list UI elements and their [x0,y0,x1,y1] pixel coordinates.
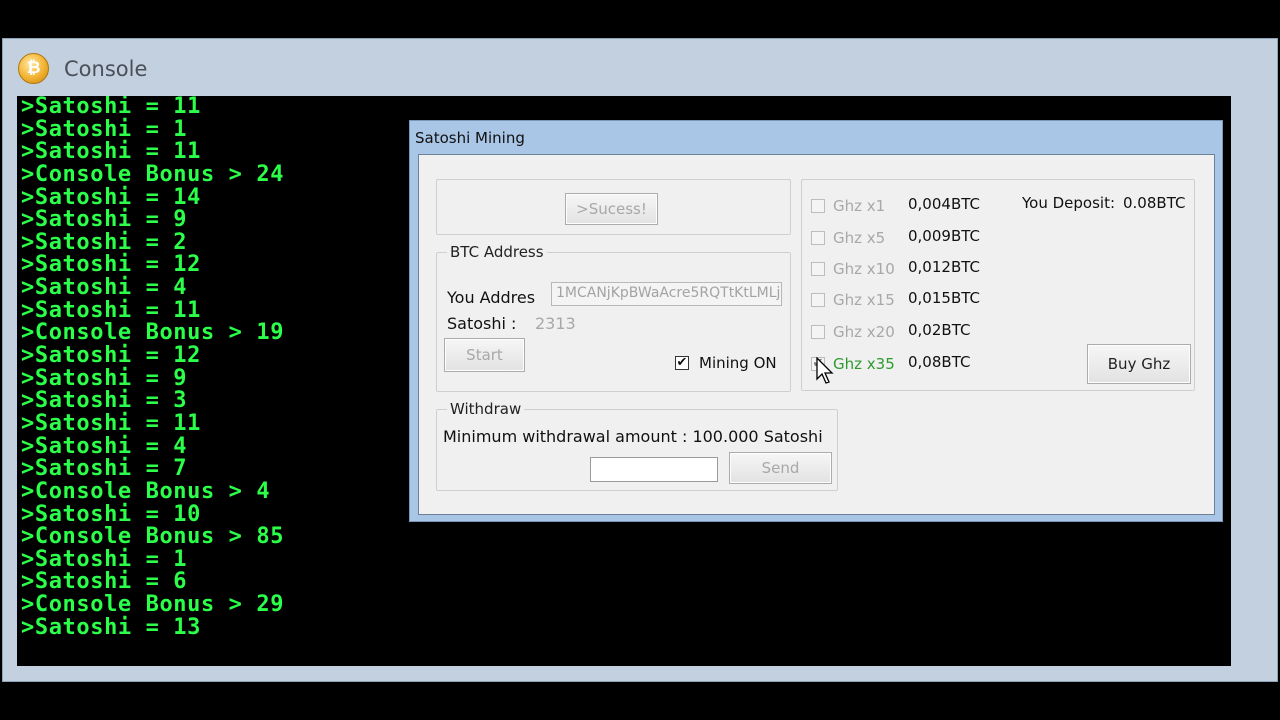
buy-ghz-button[interactable]: Buy Ghz [1087,344,1191,384]
satoshi-label: Satoshi : [447,314,517,333]
withdraw-group: Withdraw Minimum withdrawal amount : 100… [436,400,838,491]
start-button[interactable]: Start [444,338,525,372]
ghz-option-price: 0,012BTC [908,258,980,276]
ghz-group: Ghz x1 0,004BTC Ghz x5 0,009BTC Ghz x10 0,012… [801,179,1195,391]
console-line: >Satoshi = 11 [21,139,201,165]
dialog-title: Satoshi Mining [415,129,525,147]
console-line: >Satoshi = 13 [21,614,201,640]
ghz-option-label: Ghz x15 [833,291,895,309]
console-line: >Satoshi = 3 [21,388,188,414]
console-line: >Satoshi = 11 [21,96,201,119]
console-line: >Satoshi = 10 [21,501,201,527]
ghz-option-label: Ghz x35 [833,355,895,373]
console-line: >Satoshi = 11 [21,297,201,323]
btc-address-group: BTC Address You Addres 1MCANjKpBWaAcre5R… [436,243,791,392]
console-line: >Console Bonus > 19 [21,320,285,346]
console-line: >Satoshi = 9 [21,365,188,391]
ghz-checkbox[interactable] [811,262,825,276]
ghz-option-label: Ghz x1 [833,197,886,215]
btc-address-legend: BTC Address [447,243,547,261]
ghz-option-price: 0,02BTC [908,321,971,339]
send-button[interactable]: Send [729,452,832,484]
console-line: >Satoshi = 11 [21,410,201,436]
console-line: >Satoshi = 12 [21,252,201,278]
ghz-checkbox[interactable] [811,199,825,213]
console-line: >Satoshi = 14 [21,184,201,210]
min-withdrawal-text: Minimum withdrawal amount : 100.000 Sato… [443,427,823,446]
mining-on-label: Mining ON [699,354,777,372]
ghz-option-label: Ghz x20 [833,323,895,341]
console-line: >Satoshi = 1 [21,546,188,572]
satoshi-mining-dialog: Satoshi Mining >Sucess! BTC Address You … [409,120,1223,522]
console-line: >Satoshi = 2 [21,229,188,255]
withdraw-legend: Withdraw [447,400,525,418]
console-line: >Satoshi = 7 [21,456,188,482]
console-lines: >Satoshi = 11 >Satoshi = 1 >Satoshi = 11 >C… [21,96,284,639]
ghz-option-price: 0,009BTC [908,227,980,245]
title-bar: ₿ Console [3,39,1277,95]
satoshi-value: 2313 [535,314,576,333]
console-line: >Satoshi = 4 [21,275,188,301]
address-label: You Addres [447,288,536,307]
console-line: >Console Bonus > 4 [21,478,271,504]
console-line: >Satoshi = 9 [21,207,188,233]
console-line: >Satoshi = 6 [21,569,188,595]
console-line: >Satoshi = 12 [21,343,201,369]
ghz-checkbox[interactable] [811,293,825,307]
ghz-option-price: 0,08BTC [908,353,971,371]
ghz-option-label: Ghz x5 [833,229,886,247]
ghz-checkbox[interactable] [811,231,825,245]
deposit-value: 0.08BTC [1123,194,1186,212]
mouse-cursor-icon [816,357,834,384]
console-line: >Satoshi = 1 [21,116,188,142]
success-group: >Sucess! [436,179,791,235]
window-title: Console [64,57,148,81]
mining-on-checkbox[interactable]: ✔ [675,356,689,370]
console-line: >Console Bonus > 29 [21,592,285,618]
address-field[interactable]: 1MCANjKpBWaAcre5RQTtKtLMLjx [551,282,782,306]
ghz-option-price: 0,004BTC [908,195,980,213]
dialog-client: >Sucess! BTC Address You Addres 1MCANjKp… [418,154,1215,515]
ghz-option-price: 0,015BTC [908,289,980,307]
bitcoin-icon: ₿ [18,53,49,84]
success-button[interactable]: >Sucess! [565,193,658,225]
deposit-label: You Deposit: [1022,194,1116,212]
ghz-option-label: Ghz x10 [833,260,895,278]
console-line: >Satoshi = 4 [21,433,188,459]
check-icon: ✔ [676,355,688,370]
console-line: >Console Bonus > 24 [21,161,285,187]
console-line: >Console Bonus > 85 [21,524,285,550]
withdraw-amount-input[interactable] [590,457,718,482]
ghz-checkbox[interactable] [811,325,825,339]
